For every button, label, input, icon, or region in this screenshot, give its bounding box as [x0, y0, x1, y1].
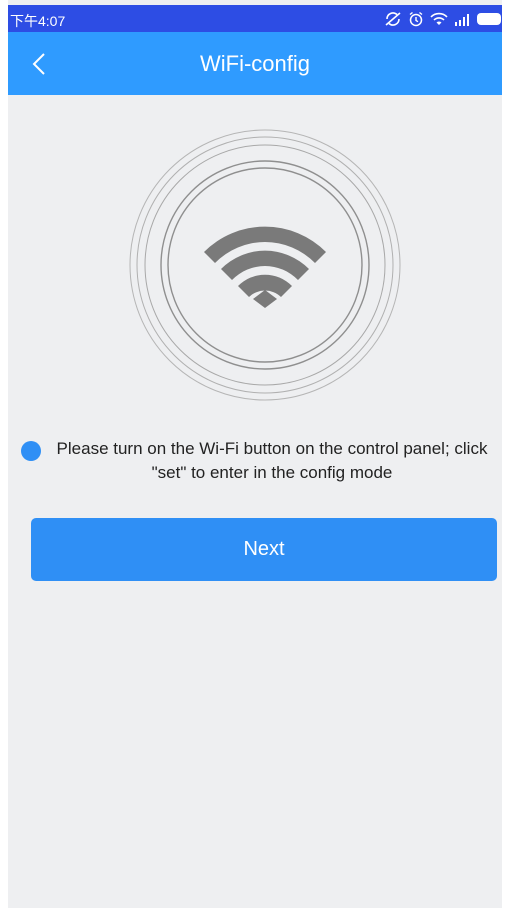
- next-button[interactable]: Next: [31, 518, 497, 581]
- sync-off-icon: [385, 12, 401, 26]
- app-header: WiFi-config: [8, 32, 502, 95]
- screen: 下午4:07 WiFi-config Please turn on the Wi…: [0, 0, 510, 908]
- right-edge: [502, 0, 510, 908]
- bullet-dot-icon: [21, 441, 41, 461]
- wifi-signal-icon: [430, 12, 448, 25]
- pulse-rings: [129, 129, 401, 401]
- wifi-icon: [204, 226, 326, 308]
- status-bar: 下午4:07: [8, 5, 502, 32]
- alarm-icon: [409, 11, 423, 27]
- battery-icon: [477, 13, 501, 25]
- page-title: WiFi-config: [199, 51, 310, 76]
- left-edge: [0, 0, 8, 908]
- instruction-text: Please turn on the Wi-Fi button on the c…: [56, 439, 488, 482]
- status-icons: [384, 10, 502, 28]
- instruction-tip: Please turn on the Wi-Fi button on the c…: [18, 437, 502, 485]
- status-time: 下午4:07: [10, 13, 66, 29]
- cell-signal-icon: [455, 14, 469, 26]
- wifi-illustration: [128, 128, 402, 402]
